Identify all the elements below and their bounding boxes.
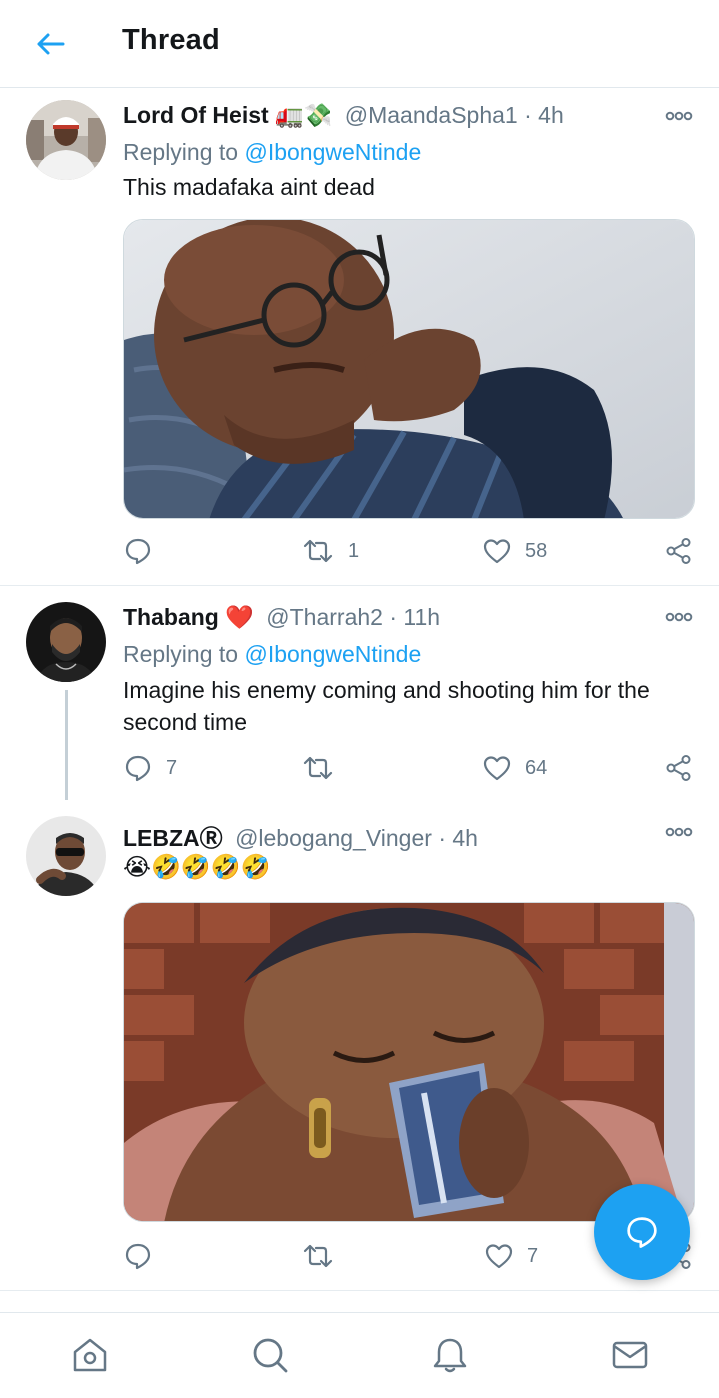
timestamp[interactable]: 11h: [403, 604, 440, 630]
tweet[interactable]: Thabang ❤️ @Tharrah2 · 11h Replying to @…: [0, 586, 719, 800]
bell-icon: [433, 1338, 467, 1373]
mail-icon: [612, 1341, 648, 1369]
share-button[interactable]: [665, 752, 693, 784]
heart-icon: [483, 756, 511, 781]
tweet-actions: 7 64: [0, 752, 719, 784]
like-count: 64: [525, 756, 548, 779]
tweet-header: Thabang ❤️ @Tharrah2 · 11h: [123, 604, 440, 631]
reply-bubble-icon: [125, 1243, 151, 1270]
avatar[interactable]: [26, 816, 106, 896]
share-icon: [666, 538, 691, 564]
reply-button[interactable]: 7: [124, 752, 177, 784]
display-name[interactable]: Thabang: [123, 604, 219, 630]
compose-button[interactable]: [594, 1184, 690, 1280]
retweet-count: 1: [348, 539, 360, 562]
retweet-button[interactable]: 1: [302, 535, 359, 567]
separator-dot: ·: [438, 825, 446, 851]
home-icon: [73, 1338, 107, 1372]
top-bar: Thread: [0, 0, 719, 88]
reply-button[interactable]: [124, 1240, 166, 1272]
retweet-button[interactable]: [302, 752, 348, 784]
avatar[interactable]: [26, 100, 106, 180]
like-count: 58: [525, 539, 548, 562]
nav-search[interactable]: [250, 1335, 290, 1375]
retweet-icon: [303, 539, 333, 563]
replying-to: Replying to @IbongweNtinde: [123, 641, 421, 668]
tweet[interactable]: Lord Of Heist 🚛💸 @MaandaSpha1 · 4h Reply…: [0, 88, 719, 585]
mention-link[interactable]: @IbongweNtinde: [244, 641, 421, 667]
nav-notifications[interactable]: [430, 1335, 470, 1375]
tweet-text: 😭🤣🤣🤣🤣: [123, 854, 271, 881]
replying-to-label: Replying to: [123, 139, 239, 165]
compose-bubble-icon: [627, 1217, 657, 1248]
name-emoji: ❤️: [225, 604, 254, 630]
divider: [0, 1290, 719, 1291]
retweet-button[interactable]: [302, 1240, 348, 1272]
tweet-header: Lord Of Heist 🚛💸 @MaandaSpha1 · 4h: [123, 102, 564, 129]
like-count: 7: [527, 1244, 539, 1267]
user-handle[interactable]: @Tharrah2: [266, 604, 383, 630]
tweet-photo[interactable]: [123, 219, 695, 519]
share-button[interactable]: [665, 535, 693, 567]
timestamp[interactable]: 4h: [538, 102, 564, 128]
replying-to-label: Replying to: [123, 641, 239, 667]
reply-bubble-icon: [125, 755, 151, 782]
tweet-photo[interactable]: [123, 902, 695, 1222]
avatar[interactable]: [26, 602, 106, 682]
display-name[interactable]: LEBZA: [123, 825, 200, 851]
tweet-text: This madafaka aint dead: [123, 174, 375, 200]
separator-dot: ·: [524, 102, 532, 128]
replying-to: Replying to @IbongweNtinde: [123, 139, 421, 166]
separator-dot: ·: [389, 604, 398, 630]
tweet-header: LEBZAⓇ @lebogang_Vinger · 4h: [123, 819, 478, 853]
timestamp[interactable]: 4h: [452, 825, 478, 851]
nav-home[interactable]: [70, 1335, 110, 1375]
reply-count: 7: [166, 756, 178, 779]
search-icon: [253, 1338, 288, 1373]
heart-icon: [483, 539, 511, 564]
name-emoji: 🚛💸: [275, 102, 333, 128]
reply-bubble-icon: [125, 538, 151, 565]
more-dots-icon[interactable]: [665, 110, 693, 122]
mention-link[interactable]: @IbongweNtinde: [244, 139, 421, 165]
share-icon: [666, 755, 691, 781]
arrow-left-icon: [37, 33, 65, 55]
tweet-text: Imagine his enemy coming and shooting hi…: [123, 677, 650, 735]
heart-icon: [485, 1244, 513, 1269]
back-button[interactable]: [30, 24, 70, 64]
nav-messages[interactable]: [610, 1335, 650, 1375]
user-handle[interactable]: @MaandaSpha1: [345, 102, 518, 128]
more-dots-icon[interactable]: [665, 826, 693, 838]
page-title: Thread: [122, 24, 220, 56]
like-button[interactable]: 64: [483, 752, 547, 784]
display-name[interactable]: Lord Of Heist: [123, 102, 269, 128]
reply-button[interactable]: [124, 535, 166, 567]
like-button[interactable]: 7: [485, 1240, 538, 1272]
registered-mark: Ⓡ: [199, 825, 223, 851]
like-button[interactable]: 58: [483, 535, 547, 567]
tweet-actions: 1 58: [0, 535, 719, 567]
bottom-navigation: [0, 1312, 719, 1398]
more-dots-icon[interactable]: [665, 611, 693, 623]
user-handle[interactable]: @lebogang_Vinger: [235, 825, 432, 851]
retweet-icon: [303, 1244, 333, 1268]
retweet-icon: [303, 756, 333, 780]
